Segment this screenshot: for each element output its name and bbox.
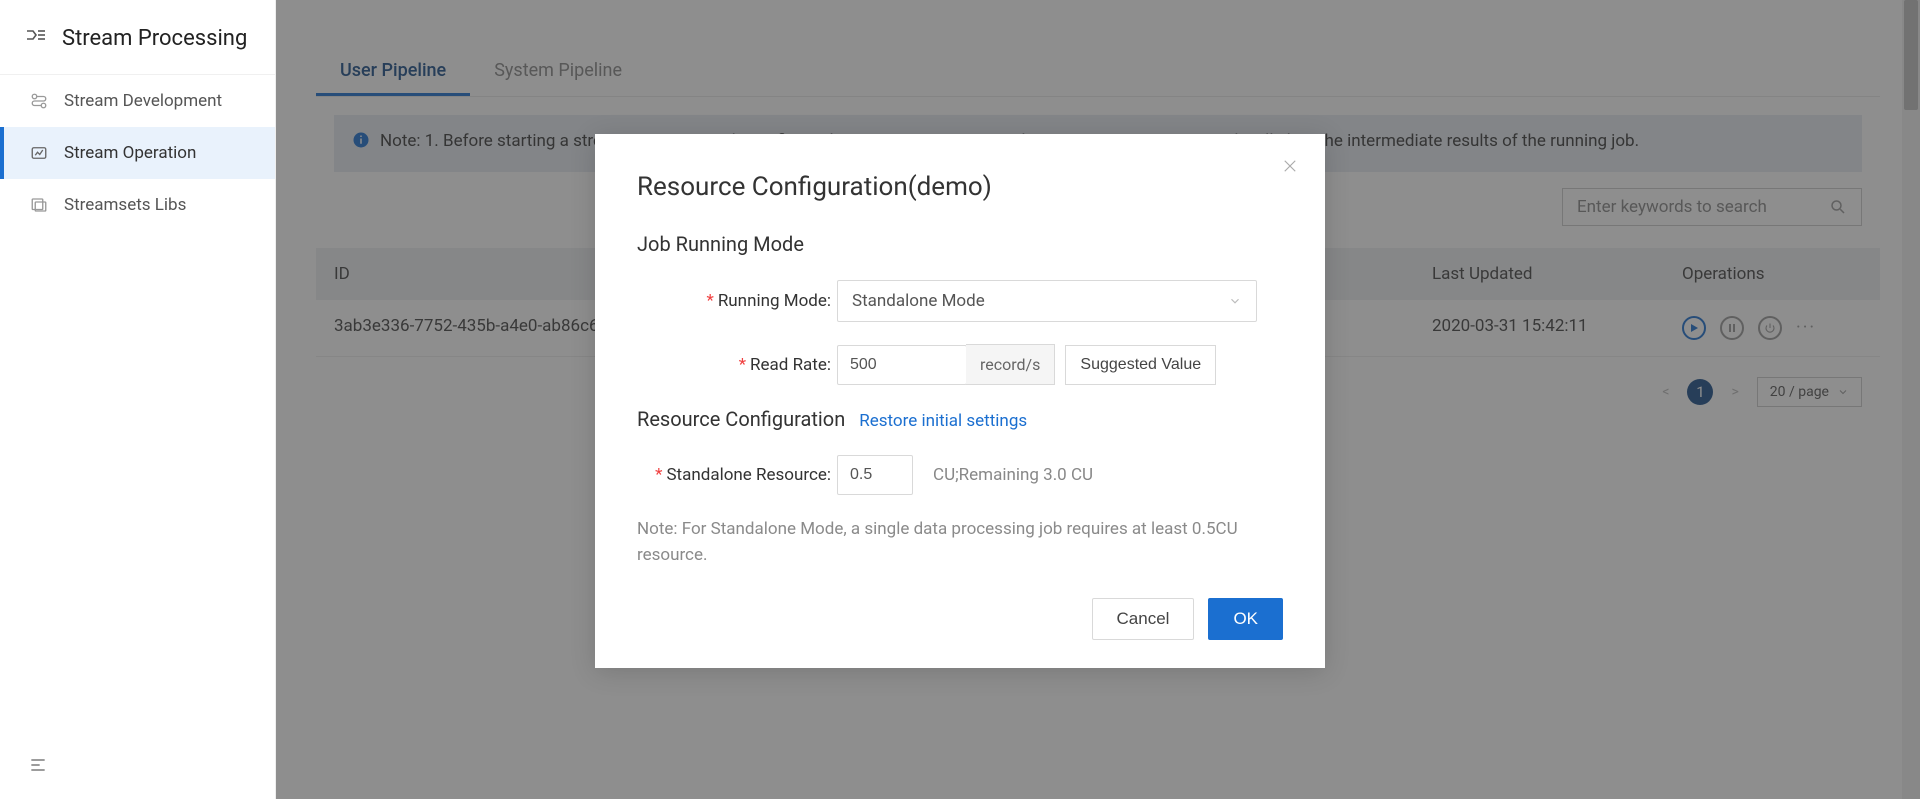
modal-title: Resource Configuration(demo) (637, 172, 1283, 202)
collapse-icon (28, 755, 48, 775)
restore-initial-settings-link[interactable]: Restore initial settings (859, 411, 1027, 431)
operation-icon (28, 144, 50, 162)
standalone-resource-label: *Standalone Resource: (637, 465, 837, 485)
form-row-standalone-resource: *Standalone Resource: CU;Remaining 3.0 C… (637, 455, 1283, 495)
running-mode-value: Standalone Mode (852, 291, 985, 311)
modal-close-button[interactable] (1281, 156, 1299, 180)
stream-processing-icon (24, 24, 48, 52)
suggested-value-button[interactable]: Suggested Value (1065, 345, 1216, 385)
sidebar-item-label: Stream Operation (64, 143, 196, 163)
standalone-resource-input[interactable] (837, 455, 913, 495)
modal-footer: Cancel OK (637, 598, 1283, 640)
sidebar-header: Stream Processing (0, 0, 275, 75)
sidebar-item-label: Streamsets Libs (64, 195, 186, 215)
cancel-button[interactable]: Cancel (1092, 598, 1195, 640)
sidebar-title: Stream Processing (62, 26, 247, 51)
read-rate-input[interactable] (837, 345, 967, 385)
read-rate-label: *Read Rate: (637, 355, 837, 375)
libs-icon (28, 196, 50, 214)
sidebar-item-stream-development[interactable]: Stream Development (0, 75, 275, 127)
close-icon (1281, 157, 1299, 175)
sidebar-item-stream-operation[interactable]: Stream Operation (0, 127, 275, 179)
chevron-down-icon (1228, 294, 1242, 308)
form-row-running-mode: *Running Mode: Standalone Mode (637, 280, 1283, 322)
ok-button[interactable]: OK (1208, 598, 1283, 640)
form-row-read-rate: *Read Rate: record/s Suggested Value (637, 344, 1283, 385)
running-mode-label: *Running Mode: (637, 291, 837, 311)
development-icon (28, 92, 50, 110)
section-job-running-mode: Job Running Mode (637, 232, 1283, 256)
section-resource-configuration: Resource Configuration Restore initial s… (637, 407, 1283, 431)
resource-configuration-modal: Resource Configuration(demo) Job Running… (595, 134, 1325, 668)
modal-note: Note: For Standalone Mode, a single data… (637, 517, 1283, 568)
read-rate-unit: record/s (966, 344, 1055, 385)
sidebar-collapse-toggle[interactable] (28, 755, 48, 779)
standalone-resource-hint: CU;Remaining 3.0 CU (933, 465, 1093, 485)
sidebar-item-streamsets-libs[interactable]: Streamsets Libs (0, 179, 275, 231)
sidebar-item-label: Stream Development (64, 91, 222, 111)
running-mode-select[interactable]: Standalone Mode (837, 280, 1257, 322)
sidebar: Stream Processing Stream Development Str… (0, 0, 276, 799)
